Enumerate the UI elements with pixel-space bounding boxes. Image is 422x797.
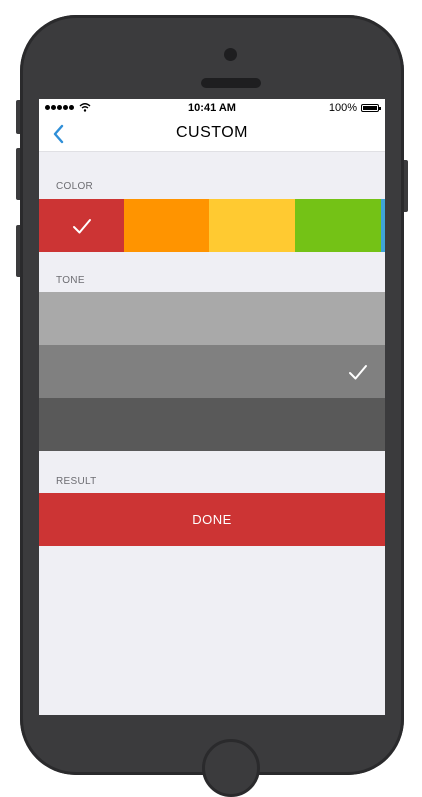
color-section-label: COLOR xyxy=(56,181,94,192)
status-bar: 10:41 AM 100% xyxy=(39,99,385,117)
home-button xyxy=(202,739,260,797)
tone-section-label: TONE xyxy=(56,275,85,286)
color-swatch[interactable] xyxy=(295,199,381,252)
tone-picker xyxy=(39,292,385,451)
navigation-bar: CUSTOM xyxy=(39,117,385,152)
color-swatch[interactable] xyxy=(124,199,209,252)
done-button[interactable]: DONE xyxy=(39,493,385,546)
tone-option[interactable] xyxy=(39,345,385,398)
battery-icon xyxy=(361,104,381,112)
tone-option[interactable] xyxy=(39,398,385,451)
page-title: CUSTOM xyxy=(175,124,249,141)
tone-option[interactable] xyxy=(39,292,385,345)
app-screen: 10:41 AM 100% CUSTOM COLOR TONE RESULT D… xyxy=(39,99,385,715)
color-picker xyxy=(39,199,385,252)
result-section-label: RESULT xyxy=(56,476,97,487)
color-swatch[interactable] xyxy=(381,199,385,252)
earpiece-speaker xyxy=(201,78,261,88)
color-swatch[interactable] xyxy=(209,199,295,252)
color-swatch[interactable] xyxy=(39,199,124,252)
checkmark-icon xyxy=(349,364,367,379)
checkmark-icon xyxy=(72,218,91,233)
front-camera xyxy=(224,48,237,61)
battery-percent: 100% xyxy=(328,102,357,114)
